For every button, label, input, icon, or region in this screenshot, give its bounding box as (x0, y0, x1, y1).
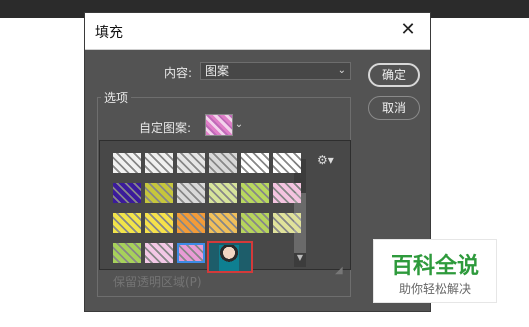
preserve-transparency-label: 保留透明区域(P) (113, 275, 202, 289)
chevron-down-icon[interactable]: ⌄ (234, 114, 244, 136)
cancel-button[interactable]: 取消 (368, 96, 420, 120)
dialog-titlebar: 填充 ✕ (85, 13, 430, 50)
pattern-tile[interactable] (241, 183, 269, 203)
pattern-tile[interactable] (177, 183, 205, 203)
watermark-brand: 百科全说 (390, 254, 479, 279)
ok-button[interactable]: 确定 (368, 63, 420, 87)
pattern-tile[interactable] (145, 243, 173, 263)
resize-grip-icon[interactable]: ◢ (335, 265, 343, 276)
pattern-tile[interactable] (113, 243, 141, 263)
content-select[interactable]: 图案 ⌄ (200, 62, 351, 80)
pattern-tile[interactable] (177, 153, 205, 173)
pattern-tile[interactable] (209, 213, 237, 233)
dialog-title: 填充 (95, 25, 123, 41)
pattern-tile[interactable] (113, 153, 141, 173)
chevron-down-icon: ⌄ (337, 65, 346, 76)
portrait-pattern-thumb (219, 245, 239, 271)
pattern-tile[interactable] (241, 213, 269, 233)
pattern-tile[interactable] (241, 153, 269, 173)
content-label: 内容: (164, 66, 193, 80)
pattern-tile[interactable] (177, 213, 205, 233)
pattern-tile[interactable] (113, 213, 141, 233)
close-icon[interactable]: ✕ (398, 20, 418, 40)
pattern-tile[interactable] (207, 241, 253, 273)
pattern-tile[interactable] (113, 183, 141, 203)
pattern-swatch[interactable] (205, 114, 233, 136)
custom-pattern-label: 自定图案: (139, 121, 192, 135)
pattern-tile[interactable] (209, 183, 237, 203)
pattern-tile[interactable] (145, 183, 173, 203)
watermark-tagline: 助你轻松解决 (398, 282, 471, 296)
scroll-down-icon[interactable]: ▼ (294, 253, 306, 262)
pattern-tile[interactable] (177, 243, 205, 263)
pattern-tile[interactable] (145, 213, 173, 233)
content-select-value: 图案 (205, 64, 230, 78)
watermark: 百科全说 助你轻松解决 (373, 239, 497, 303)
pattern-tile[interactable] (273, 213, 301, 233)
gear-icon[interactable]: ⚙▾ (317, 153, 334, 167)
pattern-tile[interactable] (145, 153, 173, 173)
pattern-tile[interactable] (273, 183, 301, 203)
pattern-tile[interactable] (209, 153, 237, 173)
options-title: 选项 (101, 89, 132, 106)
pattern-tile[interactable] (273, 153, 301, 173)
